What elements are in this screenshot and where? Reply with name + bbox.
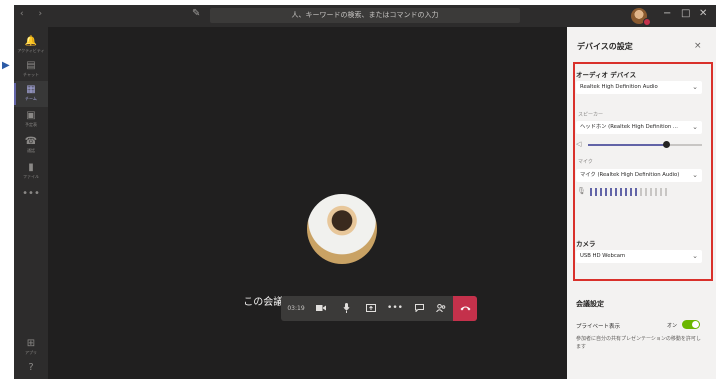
rail-item-calls[interactable]: ☎ 通話	[14, 133, 48, 159]
audio-device-value: Realtek High Definition Audio	[580, 84, 658, 90]
mic-level-bar	[645, 188, 647, 196]
call-controls: 03:19 •••	[281, 296, 477, 321]
maximize-button[interactable]: □	[681, 8, 690, 19]
camera-value: USB HD Webcam	[580, 253, 626, 259]
phone-icon: ☎	[24, 136, 38, 147]
mic-level-bar	[615, 188, 617, 196]
more-icon: •••	[22, 188, 40, 199]
panel-title: デバイスの設定	[577, 42, 633, 51]
annotation-arrow-icon: ▶	[2, 60, 10, 71]
participant-avatar	[307, 194, 377, 264]
mic-value: マイク (Realtek High Definition Audio)	[580, 172, 680, 178]
hang-up-button[interactable]	[453, 296, 477, 321]
calendar-icon: ▣	[26, 110, 36, 121]
mic-level-bar	[625, 188, 627, 196]
rail-item-chat[interactable]: ▤ チャット	[14, 57, 48, 83]
nav-arrows[interactable]: ‹ ›	[20, 9, 48, 19]
speaker-value: ヘッドホン (Realtek High Definition ...	[580, 124, 678, 130]
camera-button[interactable]	[311, 296, 331, 321]
mic-level-meter	[590, 188, 670, 196]
chevron-down-icon: ⌄	[692, 83, 698, 91]
mic-button[interactable]	[336, 296, 356, 321]
chevron-down-icon: ⌄	[692, 252, 698, 260]
close-panel-button[interactable]: ×	[694, 41, 702, 51]
speaker-volume-slider[interactable]	[588, 141, 702, 148]
people-icon	[436, 303, 446, 312]
more-actions-button[interactable]: •••	[385, 296, 405, 321]
mic-level-bar	[650, 188, 652, 196]
mic-level-icon: 🎙	[577, 187, 586, 195]
rail-item-files[interactable]: ▮ ファイル	[14, 159, 48, 185]
share-icon	[366, 303, 376, 312]
mic-label: マイク	[578, 159, 593, 165]
mic-level-bar	[655, 188, 657, 196]
toggle-knob	[692, 321, 699, 328]
search-input[interactable]: 人、キーワードの検索、またはコマンドの入力	[210, 8, 520, 23]
rail-item-more[interactable]: •••	[14, 185, 48, 211]
rail-item-help[interactable]: ?	[14, 359, 48, 379]
mic-level-bar	[605, 188, 607, 196]
speaker-icon: ◁	[576, 140, 582, 148]
camera-icon	[316, 304, 326, 311]
mic-level-bar	[610, 188, 612, 196]
mic-level-bar	[620, 188, 622, 196]
chat-icon	[414, 303, 424, 313]
minimize-button[interactable]: −	[663, 8, 671, 19]
mic-level-bar	[665, 188, 667, 196]
meeting-stage: この会議に参加している人は他にいません。	[48, 27, 567, 379]
mic-level-bar	[630, 188, 632, 196]
meeting-settings-label: 会議設定	[576, 300, 604, 308]
mic-level-bar	[595, 188, 597, 196]
rail-item-label: ファイル	[23, 174, 39, 179]
mic-level-bar	[635, 188, 637, 196]
rail-item-label: 予定表	[25, 122, 37, 127]
apps-icon: ⊞	[26, 338, 36, 349]
private-view-description: 参加者に自分の共有プレゼンテーションの移動を許可します	[576, 336, 701, 350]
chevron-down-icon: ⌄	[692, 123, 698, 131]
rail-item-label: チーム	[25, 96, 37, 101]
close-button[interactable]: ✕	[699, 8, 707, 19]
call-timer: 03:19	[287, 305, 305, 312]
help-icon: ?	[28, 362, 34, 373]
chat-icon: ▤	[26, 60, 36, 71]
private-view-label: プライベート表示	[576, 324, 621, 330]
share-button[interactable]	[361, 296, 381, 321]
bell-icon: 🔔	[24, 36, 38, 47]
rail-item-label: アクティビティ	[17, 48, 45, 53]
private-view-toggle[interactable]	[682, 320, 700, 329]
rail-item-calendar[interactable]: ▣ 予定表	[14, 107, 48, 133]
camera-label: カメラ	[576, 240, 596, 248]
mic-level-bar	[640, 188, 642, 196]
audio-device-select[interactable]: Realtek High Definition Audio ⌄	[576, 81, 702, 94]
presence-badge	[643, 18, 651, 26]
speaker-select[interactable]: ヘッドホン (Realtek High Definition ... ⌄	[576, 121, 702, 134]
hangup-icon	[460, 306, 470, 311]
rail-item-label: チャット	[23, 72, 39, 77]
participants-button[interactable]	[431, 296, 451, 321]
app-rail: 🔔 アクティビティ ▤ チャット ▦ チーム ▣ 予定表 ☎ 通話 ▮ ファイル…	[14, 27, 48, 379]
rail-item-apps[interactable]: ⊞ アプリ	[14, 335, 48, 361]
mic-level-bar	[600, 188, 602, 196]
rail-item-label: アプリ	[25, 350, 37, 355]
rail-item-activity[interactable]: 🔔 アクティビティ	[14, 33, 48, 59]
compose-icon[interactable]: ✎	[192, 8, 200, 19]
mic-select[interactable]: マイク (Realtek High Definition Audio) ⌄	[576, 169, 702, 182]
chat-button[interactable]	[409, 296, 429, 321]
camera-select[interactable]: USB HD Webcam ⌄	[576, 250, 702, 263]
volume-fill	[588, 144, 666, 146]
rail-item-teams[interactable]: ▦ チーム	[14, 81, 48, 107]
audio-device-label: オーディオ デバイス	[576, 71, 637, 79]
chevron-down-icon: ⌄	[692, 171, 698, 179]
file-icon: ▮	[28, 162, 34, 173]
rail-item-label: 通話	[27, 148, 35, 153]
volume-thumb[interactable]	[662, 141, 670, 148]
title-bar: ‹ › ✎ 人、キーワードの検索、またはコマンドの入力 − □ ✕	[14, 5, 716, 27]
speaker-label: スピーカー	[578, 112, 604, 118]
mic-icon	[343, 302, 349, 313]
toggle-state-text: オン	[667, 323, 678, 329]
teams-icon: ▦	[26, 84, 36, 95]
mic-level-bar	[590, 188, 592, 196]
mic-level-bar	[660, 188, 662, 196]
